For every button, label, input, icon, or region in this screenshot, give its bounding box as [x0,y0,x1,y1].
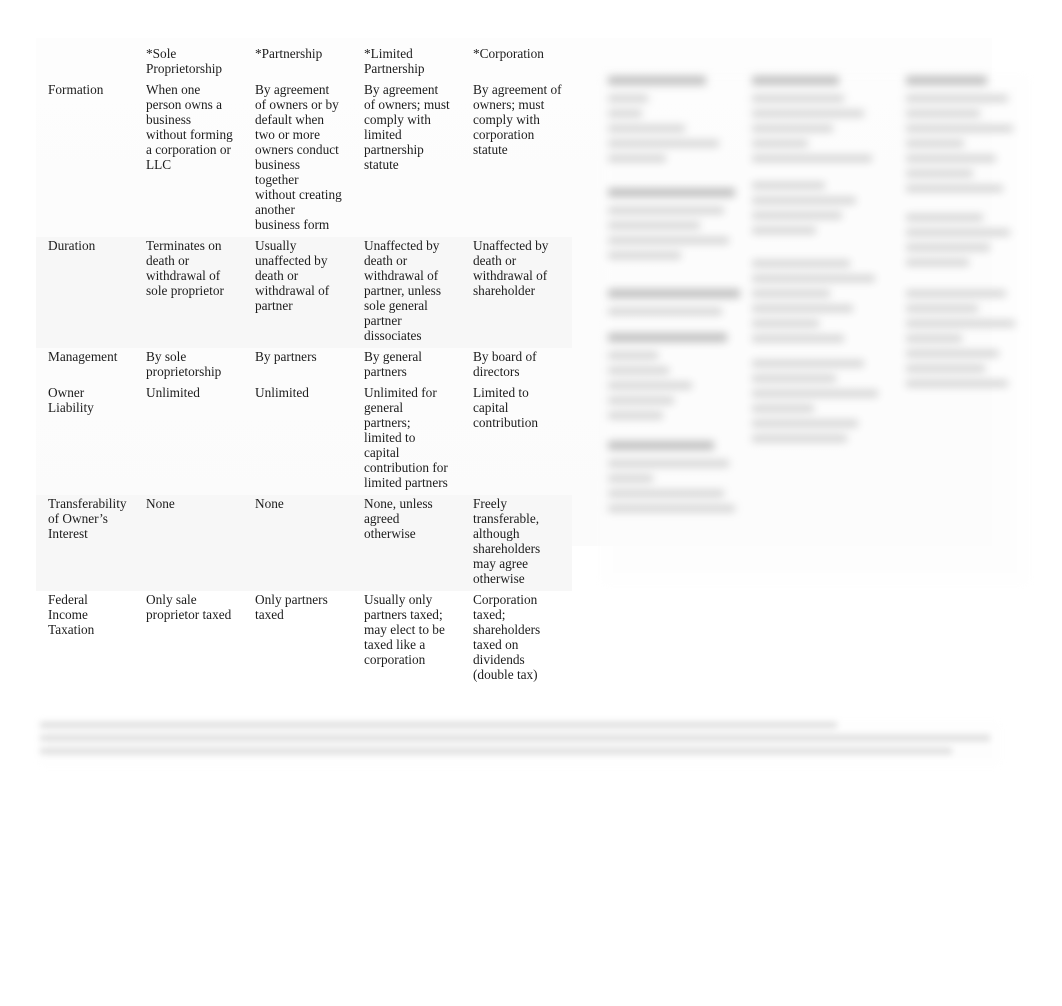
table-row: Formation When one person owns a busines… [36,81,572,237]
page-sheet: *Sole Proprietorship *Partnership *Limit… [0,0,1062,1006]
column-header-corporation: *Corporation [473,46,544,61]
table-cell: None [134,495,243,591]
row-label-duration: Duration [36,237,134,348]
row-label-formation: Formation [48,82,104,97]
row-label-management: Management [48,349,118,364]
table-cell: Usually only partners taxed; may elect t… [364,592,445,667]
table-cell: By board of directors [473,349,537,379]
table-row: Management By sole proprietorship By par… [36,348,572,384]
table-cell: When one person owns a business without … [146,82,233,172]
blurred-footnote-strip [40,722,1000,766]
table-cell: None, unless agreed otherwise [352,495,461,591]
table-row: Duration Terminates on death or withdraw… [36,237,572,348]
table-header-row: *Sole Proprietorship *Partnership *Limit… [36,38,572,81]
column-header-sole-proprietorship: *Sole Proprietorship [146,46,223,76]
table-cell: Unaffected by death or withdrawal of par… [352,237,461,348]
entity-comparison-table: *Sole Proprietorship *Partnership *Limit… [36,38,572,687]
table-cell: Usually unaffected by death or withdrawa… [243,237,352,348]
row-label-owner-liability: Owner Liability [48,385,94,415]
blurred-right-text-panel [602,76,1028,584]
row-label-federal-income-taxation: Federal Income Taxation [48,592,95,637]
table-cell: Limited to capital contribution [473,385,538,430]
table-cell: Only sale proprietor taxed [146,592,232,622]
column-header-partnership: *Partnership [255,46,323,61]
table-cell: Corporation taxed; shareholders taxed on… [473,592,541,682]
table-cell: Unlimited for general partners; limited … [364,385,448,490]
table-cell: Unaffected by death or withdrawal of sha… [461,237,572,348]
row-label-transferability: Transferability of Owner’s Interest [36,495,134,591]
table-cell: Unlimited [255,385,309,400]
blurred-text-column [752,76,892,450]
table-cell: By agreement of owners; must comply with… [364,82,450,172]
entity-comparison-table-block: *Sole Proprietorship *Partnership *Limit… [36,38,1028,682]
table-cell: By sole proprietorship [146,349,222,379]
table-cell: Unlimited [146,385,200,400]
table-cell: By general partners [364,349,422,379]
blurred-text-column [906,76,1022,395]
table-cell: Freely transferable, although shareholde… [461,495,572,591]
table-cell: By partners [255,349,317,364]
table-cell: By agreement of owners; must comply with… [473,82,562,157]
table-row: Owner Liability Unlimited Unlimited Unli… [36,384,572,495]
table-row: Transferability of Owner’s Interest None… [36,495,572,591]
table-cell: By agreement of owners or by default whe… [255,82,342,232]
blurred-text-column [608,76,740,520]
table-row: Federal Income Taxation Only sale propri… [36,591,572,687]
table-cell: None [243,495,352,591]
table-cell: Only partners taxed [255,592,328,622]
table-cell: Terminates on death or withdrawal of sol… [134,237,243,348]
column-header-limited-partnership: *Limited Partnership [364,46,425,76]
column-header-rowlabel [36,38,134,81]
